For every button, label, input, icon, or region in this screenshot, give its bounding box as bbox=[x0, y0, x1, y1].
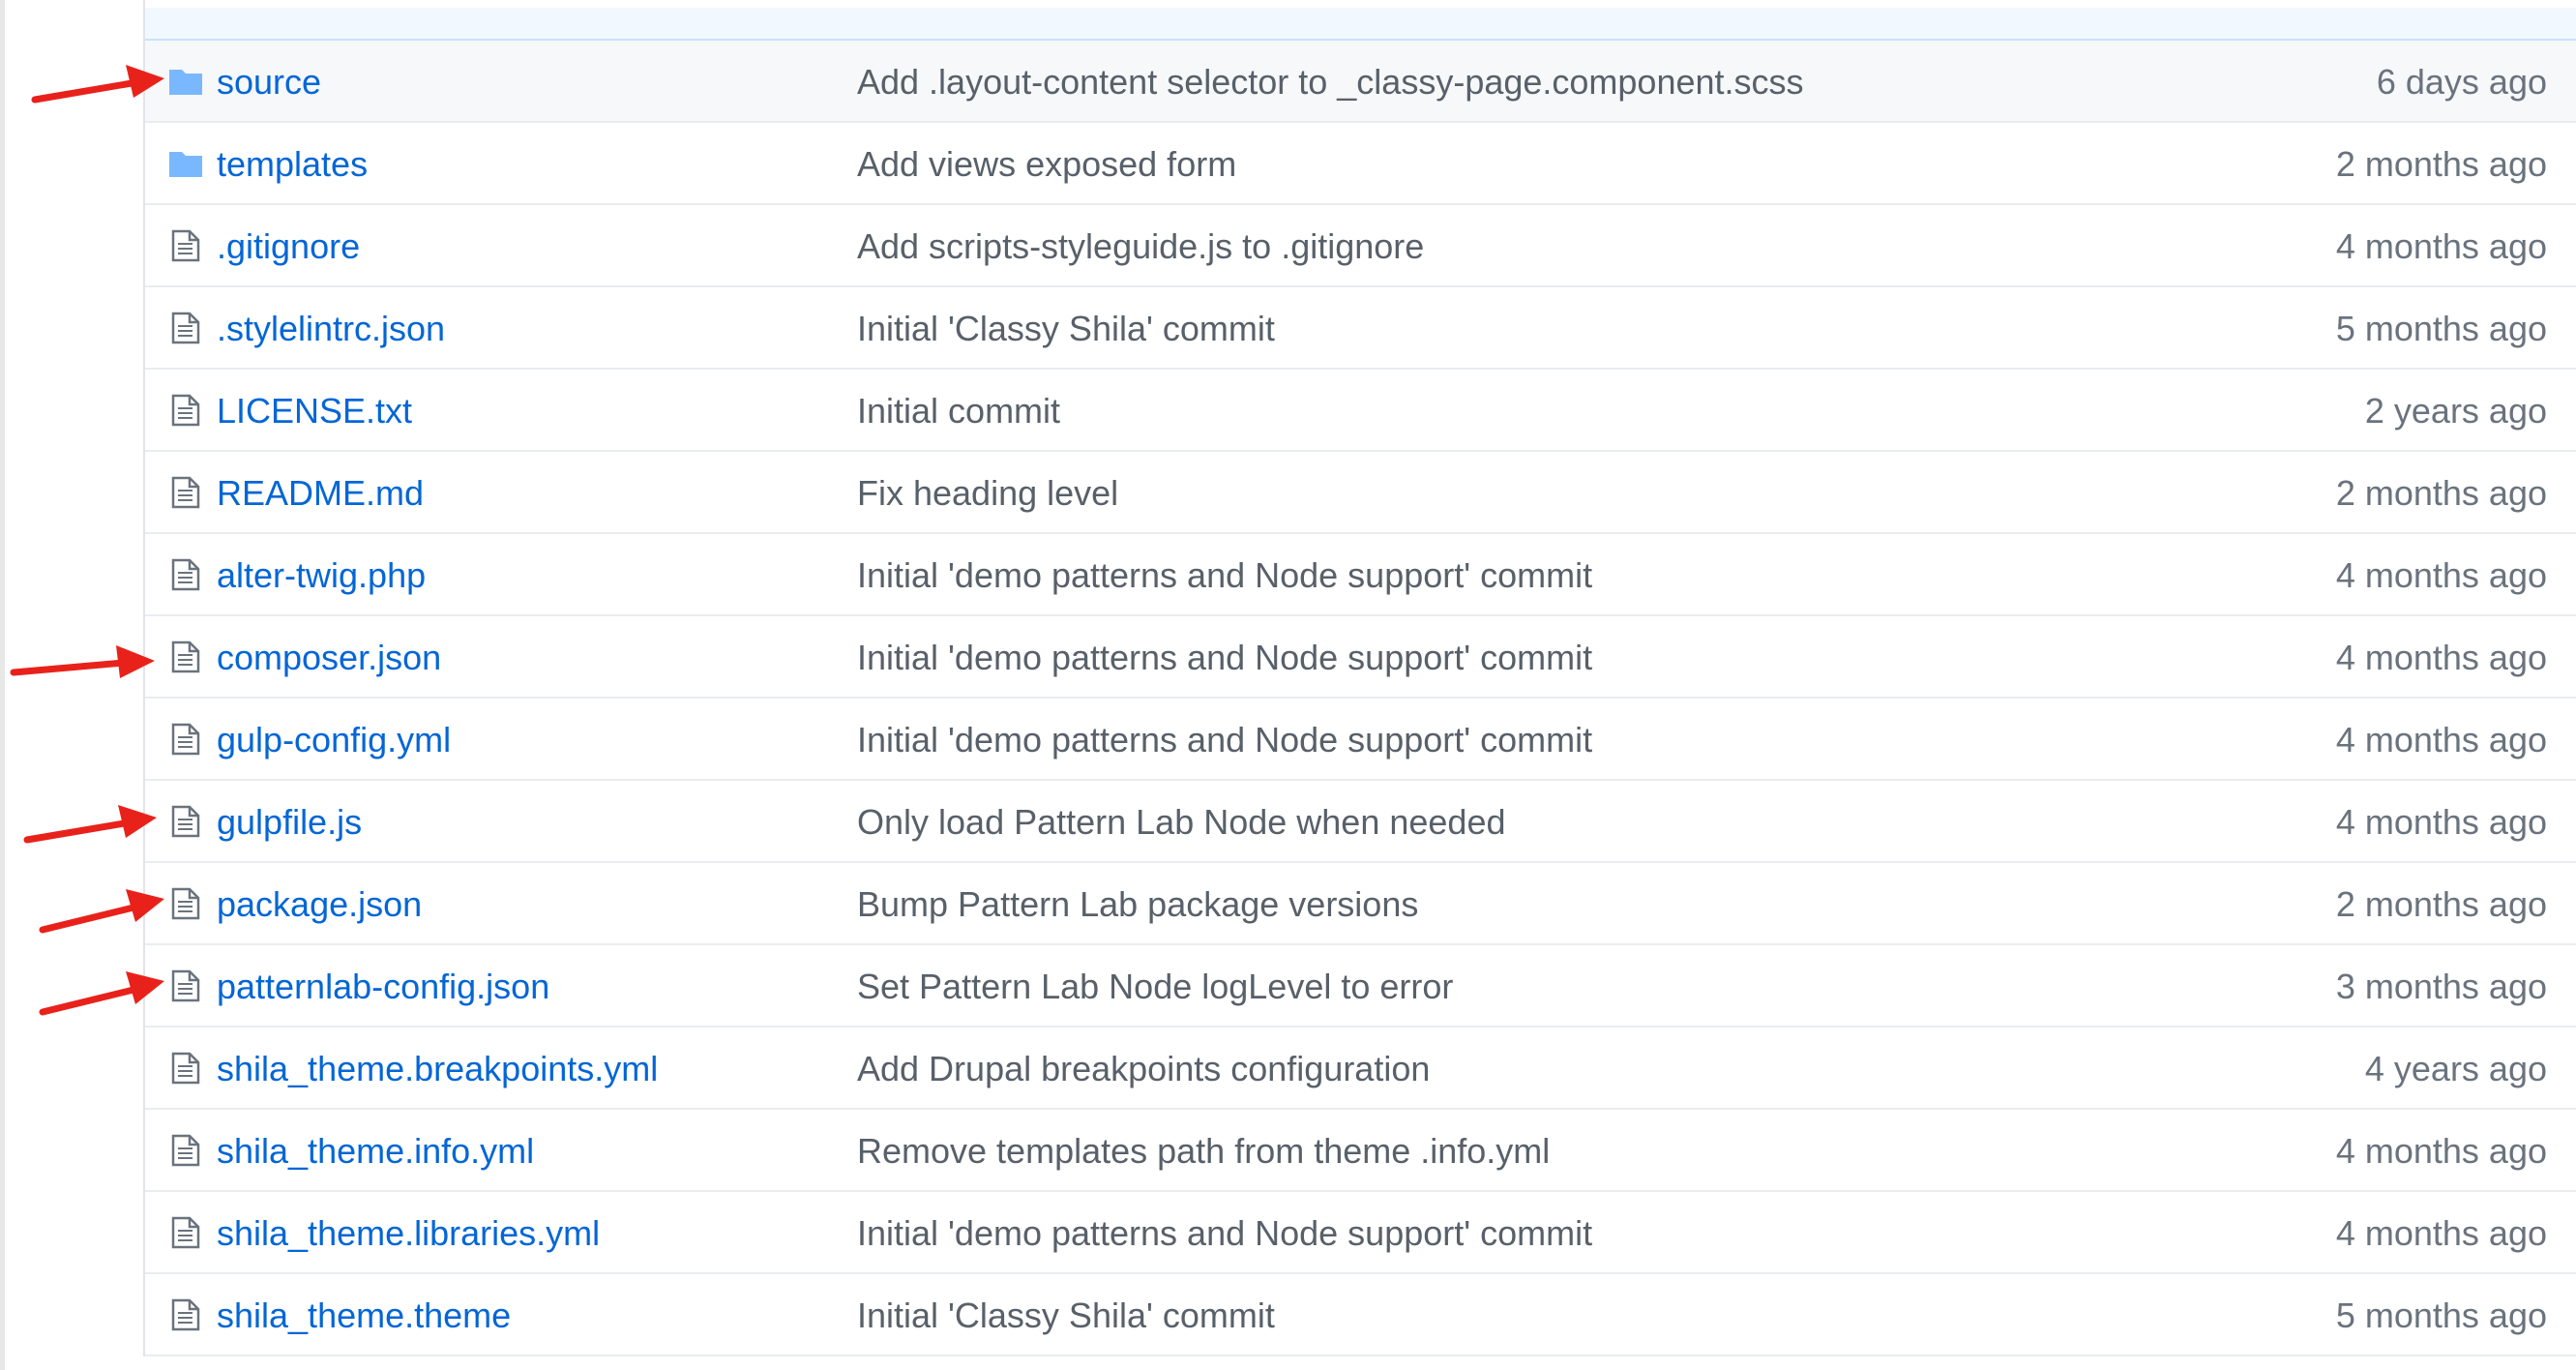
file-row-gulp-config-yml[interactable]: gulp-config.yml Initial 'demo patterns a… bbox=[145, 699, 2576, 781]
commit-message-link[interactable]: Add views exposed form bbox=[857, 123, 1236, 205]
commit-message-link[interactable]: Initial 'Classy Shila' commit bbox=[857, 1274, 1275, 1356]
file-icon bbox=[168, 229, 203, 262]
commit-message-link[interactable]: Set Pattern Lab Node logLevel to error bbox=[857, 945, 1453, 1028]
red-arrow-annotation bbox=[39, 889, 164, 934]
file-icon bbox=[168, 558, 203, 591]
commit-age: 6 days ago bbox=[2376, 62, 2547, 102]
red-arrow-annotation bbox=[10, 645, 155, 678]
red-arrow-annotation bbox=[31, 65, 164, 104]
commit-message-link[interactable]: Initial commit bbox=[857, 370, 1060, 452]
commit-message-link[interactable]: Initial 'demo patterns and Node support'… bbox=[857, 534, 1592, 616]
file-row-gitignore[interactable]: .gitignore Add scripts-styleguide.js to … bbox=[145, 205, 2576, 287]
file-name-link[interactable]: shila_theme.theme bbox=[217, 1274, 511, 1356]
commit-message-link[interactable]: Fix heading level bbox=[857, 452, 1118, 534]
file-row-shila-theme-info-yml[interactable]: shila_theme.info.yml Remove templates pa… bbox=[145, 1110, 2576, 1192]
file-icon bbox=[168, 476, 203, 509]
commit-age: 3 months ago bbox=[2335, 967, 2547, 1006]
file-name-link[interactable]: shila_theme.info.yml bbox=[217, 1110, 534, 1192]
commit-age: 2 years ago bbox=[2364, 391, 2547, 431]
file-icon bbox=[168, 1052, 203, 1085]
commit-message-link[interactable]: Bump Pattern Lab package versions bbox=[857, 863, 1418, 945]
file-icon bbox=[168, 1298, 203, 1331]
commit-age: 4 months ago bbox=[2335, 638, 2547, 677]
commit-message-link[interactable]: Add Drupal breakpoints configuration bbox=[857, 1028, 1430, 1110]
file-name-link[interactable]: source bbox=[217, 41, 321, 123]
file-name-link[interactable]: alter-twig.php bbox=[217, 534, 426, 616]
window-left-border bbox=[0, 0, 5, 1370]
red-arrow-annotation bbox=[23, 805, 157, 844]
file-row-shila-theme-theme[interactable]: shila_theme.theme Initial 'Classy Shila'… bbox=[145, 1274, 2576, 1356]
commit-age: 4 months ago bbox=[2335, 226, 2547, 266]
file-name-link[interactable]: gulpfile.js bbox=[217, 781, 362, 863]
file-row-composer-json[interactable]: composer.json Initial 'demo patterns and… bbox=[145, 616, 2576, 699]
commit-age: 2 months ago bbox=[2335, 884, 2547, 924]
file-icon bbox=[168, 312, 203, 344]
commit-age: 4 months ago bbox=[2335, 555, 2547, 595]
file-row-alter-twig-php[interactable]: alter-twig.php Initial 'demo patterns an… bbox=[145, 534, 2576, 616]
file-icon bbox=[168, 723, 203, 756]
red-arrow-annotation bbox=[39, 971, 164, 1016]
commit-message-link[interactable]: Add scripts-styleguide.js to .gitignore bbox=[857, 205, 1424, 287]
commit-message-link[interactable]: Only load Pattern Lab Node when needed bbox=[857, 781, 1505, 863]
commit-message-link[interactable]: Initial 'demo patterns and Node support'… bbox=[857, 699, 1592, 781]
commit-age: 4 years ago bbox=[2364, 1049, 2547, 1088]
file-name-link[interactable]: README.md bbox=[217, 452, 424, 534]
file-name-link[interactable]: patternlab-config.json bbox=[217, 945, 549, 1028]
commit-age: 4 months ago bbox=[2335, 1213, 2547, 1253]
file-row-gulpfile-js[interactable]: gulpfile.js Only load Pattern Lab Node w… bbox=[145, 781, 2576, 863]
commit-age: 5 months ago bbox=[2335, 309, 2547, 348]
file-icon bbox=[168, 1134, 203, 1167]
file-name-link[interactable]: .stylelintrc.json bbox=[217, 287, 445, 370]
file-name-link[interactable]: LICENSE.txt bbox=[217, 370, 412, 452]
commit-age: 4 months ago bbox=[2335, 1131, 2547, 1171]
file-list-table: source Add .layout-content selector to _… bbox=[143, 0, 2576, 1356]
file-name-link[interactable]: composer.json bbox=[217, 616, 441, 699]
file-list-header bbox=[145, 8, 2576, 41]
commit-age: 4 months ago bbox=[2335, 802, 2547, 842]
file-row-stylelintrc-json[interactable]: .stylelintrc.json Initial 'Classy Shila'… bbox=[145, 287, 2576, 370]
file-row-package-json[interactable]: package.json Bump Pattern Lab package ve… bbox=[145, 863, 2576, 945]
file-icon bbox=[168, 394, 203, 427]
commit-message-link[interactable]: Remove templates path from theme .info.y… bbox=[857, 1110, 1550, 1192]
file-name-link[interactable]: package.json bbox=[217, 863, 422, 945]
commit-message-link[interactable]: Add .layout-content selector to _classy-… bbox=[857, 41, 1804, 123]
file-row-readme-md[interactable]: README.md Fix heading level 2 months ago bbox=[145, 452, 2576, 534]
file-name-link[interactable]: shila_theme.libraries.yml bbox=[217, 1192, 600, 1274]
commit-age: 2 months ago bbox=[2335, 144, 2547, 184]
folder-icon bbox=[168, 147, 203, 180]
file-icon bbox=[168, 640, 203, 673]
file-row-license-txt[interactable]: LICENSE.txt Initial commit 2 years ago bbox=[145, 370, 2576, 452]
file-icon bbox=[168, 805, 203, 838]
commit-message-link[interactable]: Initial 'demo patterns and Node support'… bbox=[857, 1192, 1592, 1274]
commit-age: 5 months ago bbox=[2335, 1296, 2547, 1335]
commit-message-link[interactable]: Initial 'demo patterns and Node support'… bbox=[857, 616, 1592, 699]
commit-age: 4 months ago bbox=[2335, 720, 2547, 759]
file-name-link[interactable]: gulp-config.yml bbox=[217, 699, 451, 781]
file-name-link[interactable]: templates bbox=[217, 123, 368, 205]
file-row-shila-theme-libraries-yml[interactable]: shila_theme.libraries.yml Initial 'demo … bbox=[145, 1192, 2576, 1274]
file-row-source[interactable]: source Add .layout-content selector to _… bbox=[145, 41, 2576, 123]
file-row-templates[interactable]: templates Add views exposed form 2 month… bbox=[145, 123, 2576, 205]
file-icon bbox=[168, 1216, 203, 1249]
commit-age: 2 months ago bbox=[2335, 473, 2547, 513]
file-name-link[interactable]: .gitignore bbox=[217, 205, 360, 287]
commit-message-link[interactable]: Initial 'Classy Shila' commit bbox=[857, 287, 1275, 370]
file-row-patternlab-config-json[interactable]: patternlab-config.json Set Pattern Lab N… bbox=[145, 945, 2576, 1028]
screenshot-page: source Add .layout-content selector to _… bbox=[0, 0, 2576, 1370]
file-row-shila-theme-breakpoints-yml[interactable]: shila_theme.breakpoints.yml Add Drupal b… bbox=[145, 1028, 2576, 1110]
file-name-link[interactable]: shila_theme.breakpoints.yml bbox=[217, 1028, 658, 1110]
